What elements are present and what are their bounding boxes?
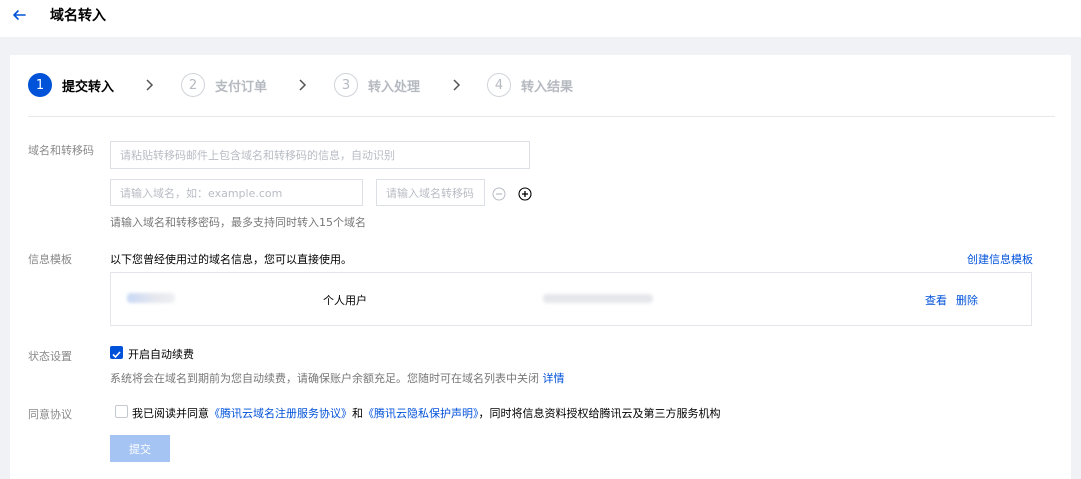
service-agreement-link[interactable]: 《腾讯云域名注册服务协议》 [209,407,352,420]
step-4: 4 转入结果 [487,73,573,97]
step-indicator: 1 提交转入 2 支付订单 3 转入处理 4 转入结果 [28,73,1056,97]
template-user-type: 个人用户 [323,294,367,307]
step-1: 1 提交转入 [28,73,114,97]
remove-row-icon[interactable] [492,186,506,201]
domain-hint: 请输入域名和转移密码，最多支持同时转入15个域名 [110,216,366,229]
view-template-link[interactable]: 查看 [925,292,947,308]
status-section-label: 状态设置 [28,350,72,363]
step-3: 3 转入处理 [334,73,420,97]
step-number: 4 [487,73,511,97]
step-label: 转入结果 [521,79,574,95]
privacy-statement-link[interactable]: 《腾讯云隐私保护声明》 [363,407,479,420]
step-number: 2 [181,73,205,97]
step-label: 支付订单 [215,79,268,95]
transfer-form-card: 1 提交转入 2 支付订单 3 转入处理 4 转入结果 域名和转移码 请粘贴转移… [10,55,1071,479]
auto-renew-checkbox[interactable] [110,346,123,359]
step-label: 转入处理 [368,79,421,95]
auto-renew-label[interactable]: 开启自动续费 [128,346,194,362]
transfer-code-input[interactable]: 请输入域名转移码 [376,179,485,206]
step-number: 3 [334,73,358,97]
agreement-middle: 和 [352,407,363,420]
blurred-template-email [543,294,653,303]
step-2: 2 支付订单 [181,73,267,97]
agreement-text: 我已阅读并同意《腾讯云域名注册服务协议》和《腾讯云隐私保护声明》，同时将信息资料… [132,405,721,421]
agreement-prefix: 我已阅读并同意 [132,407,209,420]
submit-button[interactable]: 提交 [110,435,170,462]
auto-renew-hint: 系统将会在域名到期前为您自动续费，请确保账户余额充足。您随时可在域名列表中关闭 … [110,370,565,386]
placeholder: 请粘贴转移码邮件上包含域名和转移码的信息，自动识别 [120,149,395,162]
agreement-suffix: ，同时将信息资料授权给腾讯云及第三方服务机构 [478,407,721,420]
template-intro: 以下您曾经使用过的域名信息，您可以直接使用。 [110,253,352,266]
paste-transfer-info-input[interactable]: 请粘贴转移码邮件上包含域名和转移码的信息，自动识别 [110,141,530,169]
domain-section-label: 域名和转移码 [28,144,94,157]
chevron-right-icon [448,77,464,93]
template-row[interactable]: 个人用户 查看 删除 [110,272,1032,326]
arrow-left-icon[interactable] [10,6,28,24]
details-link[interactable]: 详情 [543,372,565,385]
chevron-right-icon [141,77,157,93]
page-title: 域名转入 [50,8,106,24]
chevron-right-icon [294,77,310,93]
divider [28,116,1055,117]
step-number: 1 [28,73,52,97]
agreement-section-label: 同意协议 [28,408,72,421]
auto-renew-hint-text: 系统将会在域名到期前为您自动续费，请确保账户余额充足。您随时可在域名列表中关闭 [110,372,539,385]
add-row-icon[interactable] [518,186,532,201]
top-bar: 域名转入 [0,0,1081,37]
agreement-checkbox[interactable] [115,405,128,418]
domain-input[interactable]: 请输入域名，如：example.com [110,179,363,206]
placeholder: 请输入域名，如：example.com [120,186,283,200]
template-section-label: 信息模板 [28,253,72,266]
step-label: 提交转入 [62,79,115,95]
create-template-link[interactable]: 创建信息模板 [967,251,1033,267]
delete-template-link[interactable]: 删除 [956,292,978,308]
placeholder: 请输入域名转移码 [386,186,474,200]
blurred-template-name [127,293,175,303]
